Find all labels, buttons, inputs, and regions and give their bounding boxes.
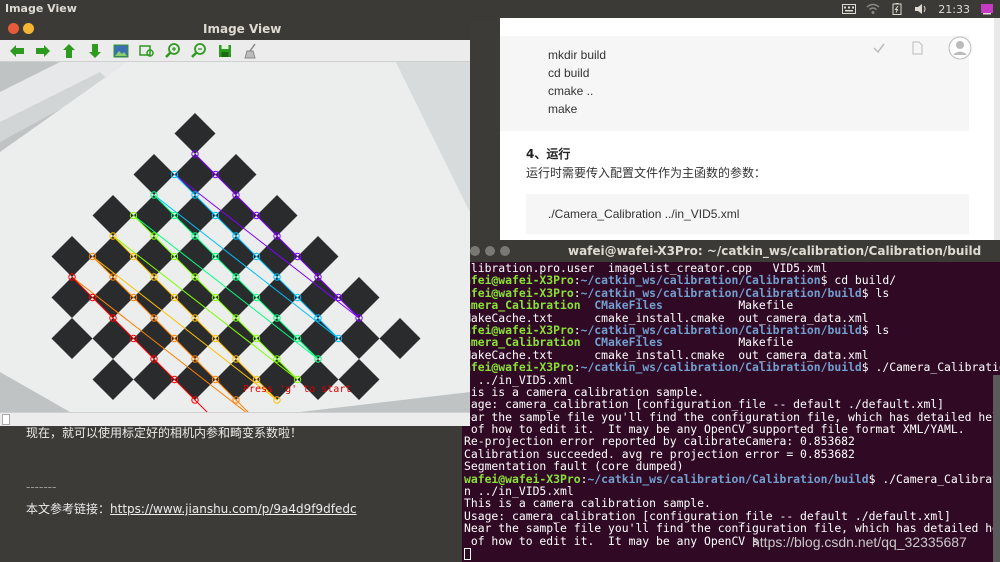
user-avatar-icon[interactable] (948, 36, 972, 60)
terminal-text: $ ./Camera_Calibratio (868, 471, 1000, 486)
zoom-in-button[interactable] (162, 42, 183, 60)
terminal-text: ~/catkin_ws/calibration/Calibration/buil… (580, 360, 862, 375)
zoom-out-icon (190, 42, 206, 58)
image-view-toolbar (0, 40, 470, 62)
image-view-window: Image View (0, 18, 470, 426)
minimize-button[interactable] (485, 246, 495, 256)
section-paragraph: 运行时需要传入配置文件作为主函数的参数： (526, 166, 767, 180)
save-button[interactable] (214, 42, 235, 60)
code-line: mkdir build (548, 48, 607, 62)
wifi-icon[interactable] (866, 3, 880, 15)
browser-scrollbar[interactable] (994, 18, 1000, 240)
terminal-cursor (464, 547, 471, 560)
document-icon[interactable] (910, 41, 924, 55)
image-icon (113, 44, 128, 57)
window-title: Image View (203, 22, 282, 36)
terminal-scrollbar[interactable] (993, 375, 1000, 562)
browser-page: mkdir build cd build cmake .. make 4、运行 … (470, 18, 1000, 240)
page-left-gutter (470, 18, 500, 240)
terminal-text: : (573, 360, 581, 375)
save-icon (218, 44, 231, 57)
maximize-button[interactable] (500, 246, 510, 256)
watermark: https://blog.csdn.net/qq_32335687 (752, 534, 967, 550)
article-reference: 本文参考链接：https://www.jianshu.com/p/9a4d9f9… (26, 500, 357, 517)
volume-icon[interactable] (914, 3, 928, 15)
back-button[interactable] (6, 42, 27, 60)
code-line: cmake .. (548, 84, 594, 98)
clear-icon (243, 43, 256, 58)
terminal-output[interactable]: alibration.pro.user imagelist_creator.cp… (464, 262, 1000, 562)
code-line: ./Camera_Calibration ../in_VID5.xml (548, 207, 740, 221)
background-article: 现在，就可以使用标定好的相机内参和畸变系数啦！ ------- 本文参考链接：h… (0, 420, 470, 562)
terminal-text: of how to edit it. It may be any OpenCV … (464, 533, 759, 548)
chessboard-canvas (0, 62, 470, 412)
down-icon (88, 43, 101, 58)
down-button[interactable] (84, 42, 105, 60)
section-heading: 4、运行 (526, 147, 571, 161)
clock[interactable]: 21:33 (938, 3, 970, 16)
image-button[interactable] (110, 42, 131, 60)
code-line: cd build (548, 66, 590, 80)
article-divider: ------- (26, 480, 57, 494)
window-controls (470, 246, 510, 256)
system-tray: 21:33 (842, 0, 994, 18)
up-icon (62, 43, 75, 58)
close-button[interactable] (470, 246, 480, 256)
zoom-out-button[interactable] (188, 42, 209, 60)
terminal-title: wafei@wafei-X3Pro: ~/catkin_ws/calibrati… (568, 244, 982, 258)
reference-link[interactable]: https://www.jianshu.com/p/9a4d9f9dfedc (110, 502, 357, 516)
up-button[interactable] (58, 42, 79, 60)
overlay-prompt: Press 'g' to start (243, 384, 352, 395)
top-panel: Image View 21:33 (0, 0, 1000, 18)
fit-icon (138, 44, 154, 57)
article-line: 现在，就可以使用标定好的相机内参和畸变系数啦！ (26, 426, 303, 440)
image-view-statusbar (0, 412, 470, 426)
page-action-icons (872, 36, 972, 60)
terminal-text: ~/catkin_ws/calibration/Calibration/buil… (587, 471, 869, 486)
reference-label: 本文参考链接： (26, 502, 111, 516)
terminal-text: $ ls (861, 285, 890, 300)
terminal-text: $ ./Camera_Calibratio (861, 360, 1000, 375)
code-line: make (548, 102, 578, 116)
active-app-name: Image View (5, 2, 77, 15)
minimize-button[interactable] (23, 23, 34, 34)
terminal-window[interactable]: wafei@wafei-X3Pro: ~/catkin_ws/calibrati… (462, 240, 1000, 562)
back-icon (9, 44, 24, 57)
image-view-titlebar[interactable]: Image View (0, 18, 470, 40)
statusbar-handle[interactable] (2, 414, 10, 425)
keyboard-icon[interactable] (842, 3, 857, 15)
calibration-image[interactable] (0, 62, 470, 412)
forward-icon (35, 44, 50, 57)
terminal-text: $ ls (861, 322, 890, 337)
battery-icon[interactable] (890, 3, 904, 15)
fit-button[interactable] (136, 42, 157, 60)
code-block-run: ./Camera_Calibration ../in_VID5.xml (526, 194, 969, 234)
forward-button[interactable] (32, 42, 53, 60)
terminal-titlebar[interactable]: wafei@wafei-X3Pro: ~/catkin_ws/calibrati… (462, 240, 1000, 262)
check-icon[interactable] (872, 41, 886, 55)
zoom-in-icon (164, 42, 180, 58)
clear-button[interactable] (240, 42, 261, 60)
close-button[interactable] (8, 23, 19, 34)
session-menu-icon[interactable] (980, 3, 994, 15)
